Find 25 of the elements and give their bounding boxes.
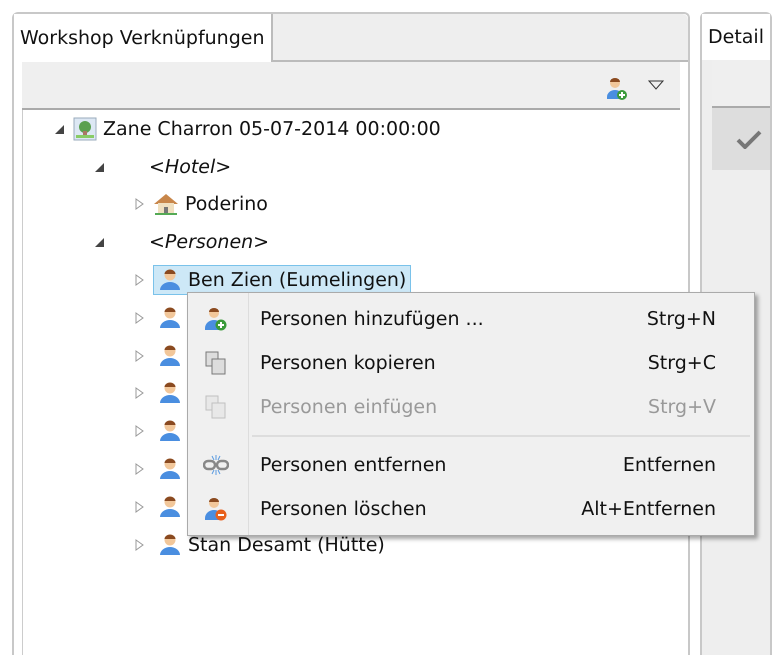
tree-item[interactable]: Ben Zien (Eumelingen) — [153, 265, 412, 296]
house-icon — [153, 192, 179, 216]
panel-tab[interactable]: Workshop Verknüpfungen — [14, 14, 273, 62]
copy-icon — [205, 351, 227, 375]
person-icon — [158, 268, 182, 292]
dropdown-icon[interactable] — [648, 80, 664, 90]
menu-item[interactable]: Personen hinzufügen ... Strg+N — [188, 297, 754, 341]
tree-item[interactable]: Zane Charron 05-07-2014 00:00:00 — [103, 118, 441, 140]
tree-item[interactable]: Poderino — [185, 193, 268, 216]
menu-item[interactable]: Personen löschen Alt+Entfernen — [188, 487, 754, 531]
person-icon — [158, 532, 182, 557]
menu-item[interactable]: Personen entfernen Entfernen — [188, 443, 754, 487]
panel-tab[interactable]: Detail — [702, 14, 770, 60]
checkmark-icon — [736, 129, 762, 149]
broken-link-icon — [203, 454, 229, 476]
tree-item[interactable]: Stan Desamt (Hütte) — [153, 530, 390, 560]
menu-item[interactable]: Personen kopieren Strg+C — [188, 341, 754, 385]
copy-icon — [205, 395, 227, 419]
check-row[interactable] — [712, 108, 770, 170]
picture-icon — [73, 116, 97, 141]
add-person-icon[interactable] — [606, 77, 628, 101]
add-person-icon — [204, 306, 228, 332]
tree-item[interactable]: <Personen> — [149, 231, 270, 254]
tree-item[interactable]: <Hotel> — [149, 156, 232, 178]
remove-person-icon — [204, 496, 228, 522]
